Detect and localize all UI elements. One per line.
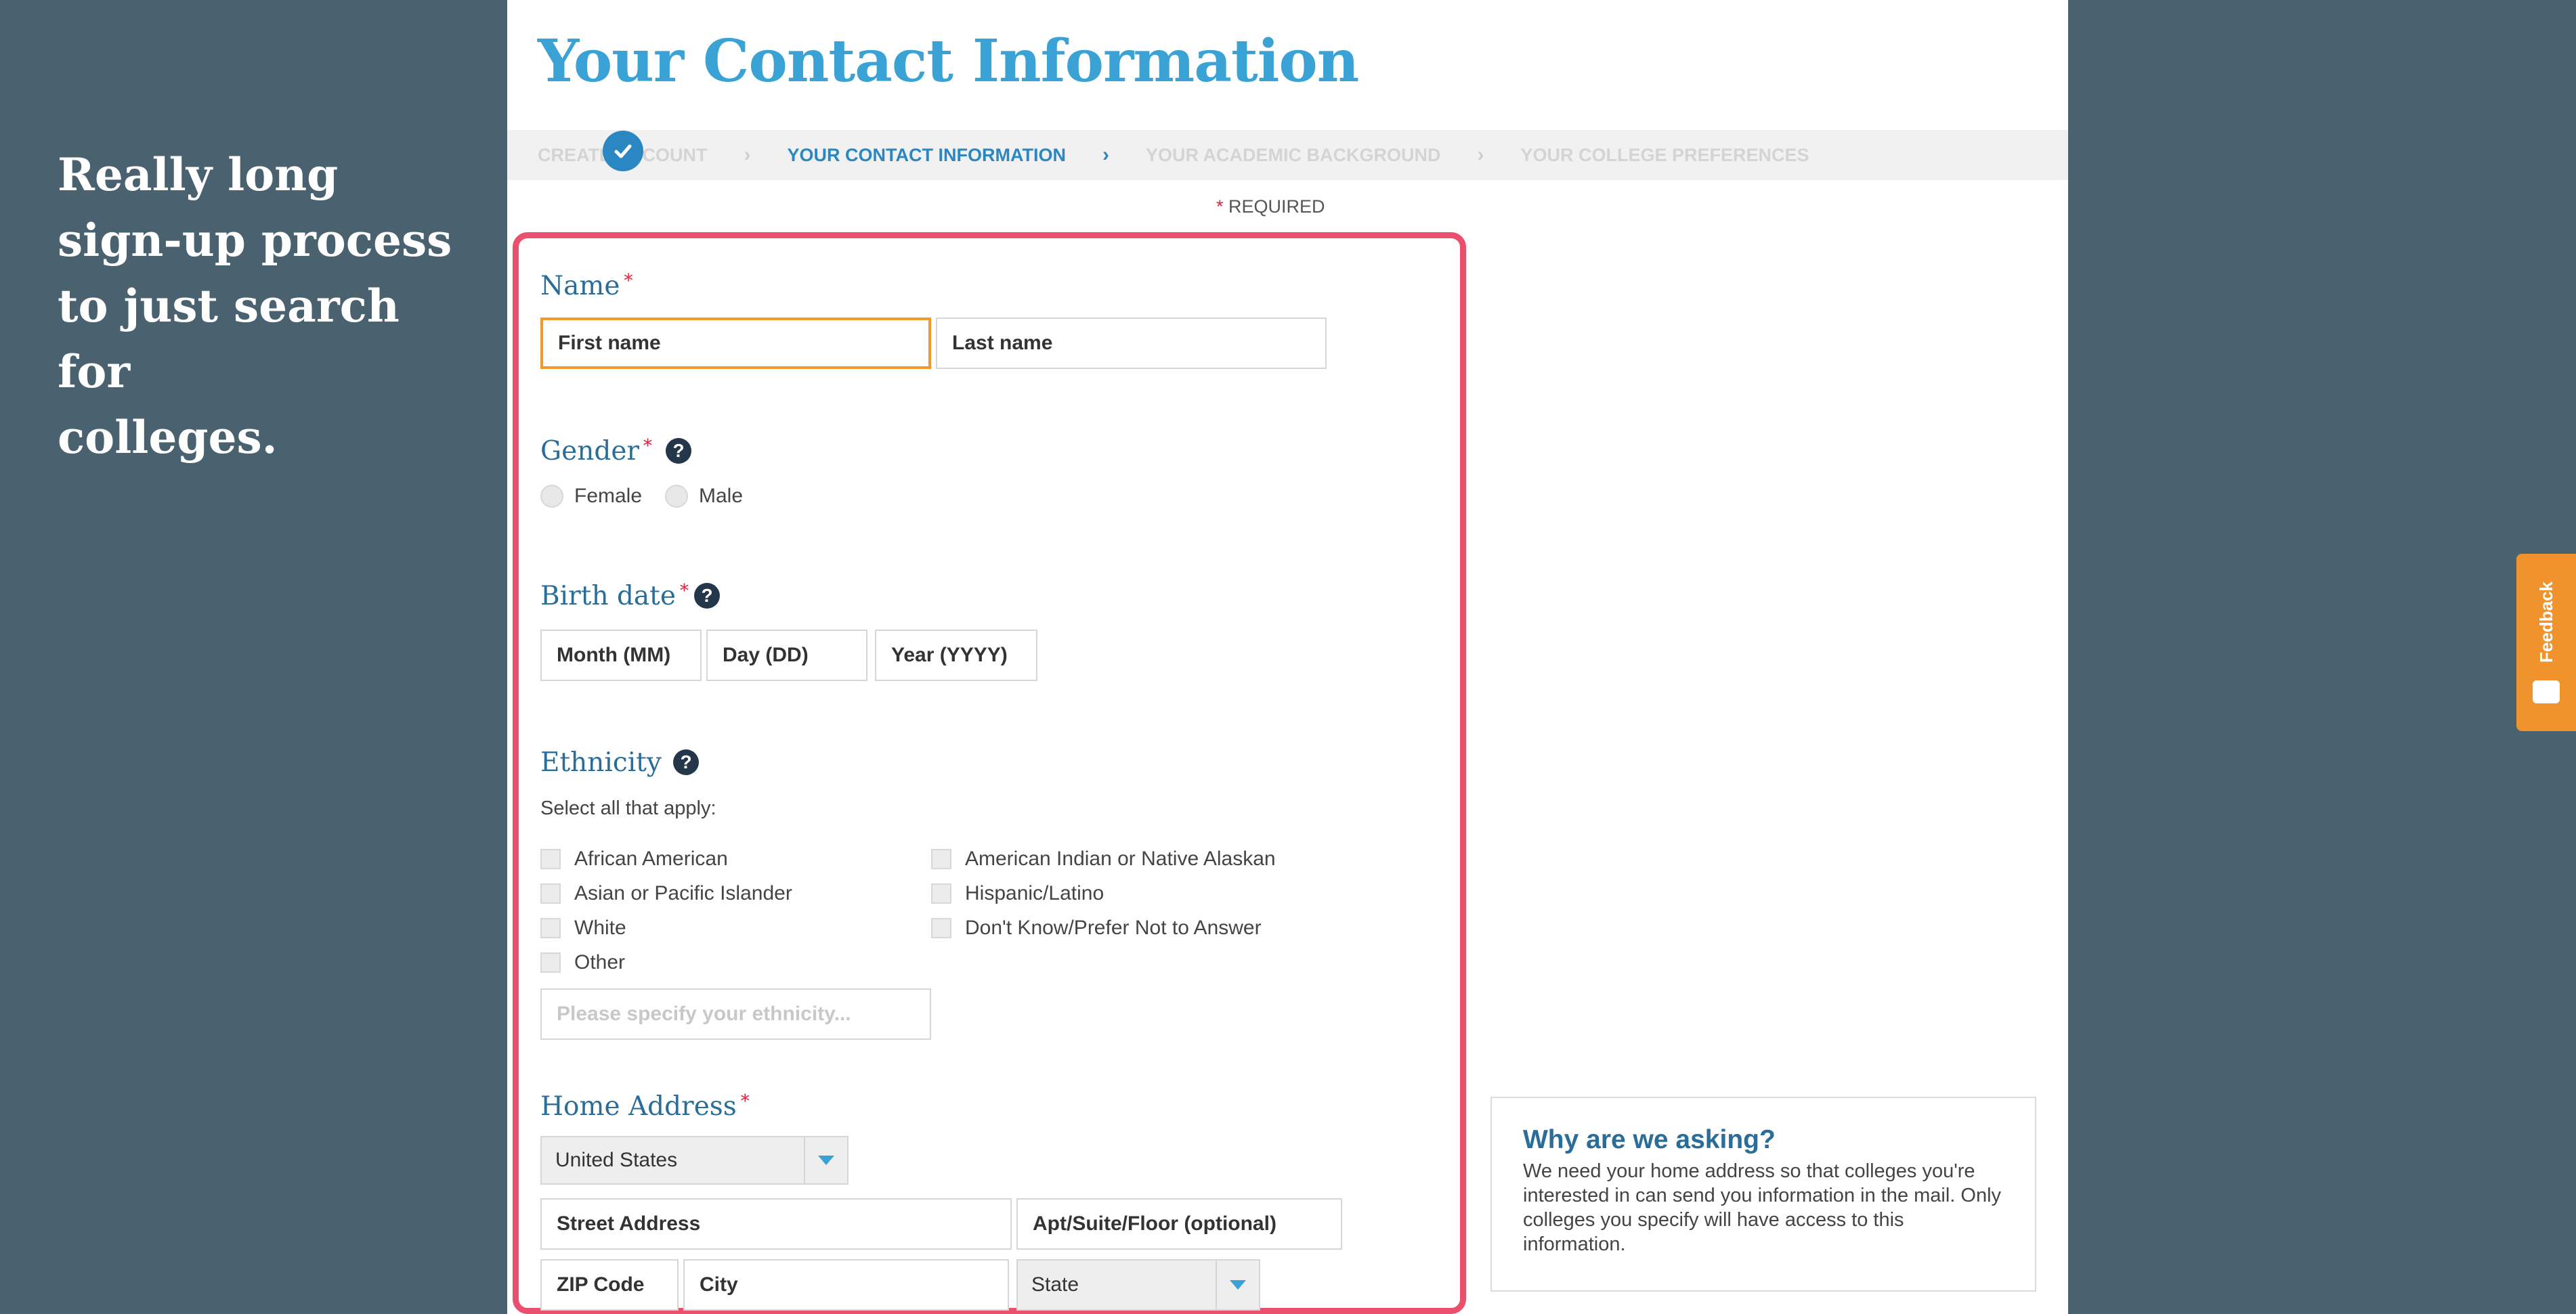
apt-suite-input[interactable]: Apt/Suite/Floor (optional) (1016, 1198, 1342, 1250)
required-star: * (679, 581, 689, 601)
checkmark-icon (603, 130, 643, 171)
help-icon[interactable]: ? (694, 583, 720, 609)
ethnicity-option-african-american[interactable]: African American (540, 848, 728, 871)
birth-day-input[interactable]: Day (DD) (706, 630, 867, 681)
checkbox[interactable] (931, 883, 951, 904)
checkbox[interactable] (540, 849, 561, 869)
chevron-right-icon: › (1102, 144, 1109, 166)
first-name-input[interactable]: First name (540, 317, 931, 369)
ethnicity-specify-input[interactable]: Please specify your ethnicity... (540, 988, 931, 1040)
required-star: * (1216, 196, 1224, 217)
gender-label: Gender * (540, 436, 653, 466)
checkbox[interactable] (540, 883, 561, 904)
annotation-text: Really long sign-up process to just sear… (58, 142, 477, 470)
ethnicity-label: Ethnicity (540, 747, 662, 778)
feedback-icon (2533, 680, 2560, 703)
checkbox[interactable] (931, 849, 951, 869)
feedback-tab[interactable]: Feedback (2516, 554, 2576, 731)
name-label: Name * (540, 271, 633, 301)
home-address-label: Home Address * (540, 1091, 750, 1122)
ethnicity-option-prefer-not-to-answer[interactable]: Don't Know/Prefer Not to Answer (931, 917, 1262, 940)
annotation-line: to just search for (58, 280, 400, 398)
checkbox[interactable] (931, 918, 951, 938)
country-select[interactable]: United States (540, 1136, 849, 1185)
signup-page: Your Contact Information Create Account … (507, 0, 2068, 1314)
step-college-preferences[interactable]: Your College Preferences (1520, 145, 1809, 166)
required-star: * (624, 271, 633, 291)
dropdown-arrow-icon (1216, 1261, 1259, 1309)
annotation-line: sign-up process (58, 214, 452, 267)
ethnicity-option-white[interactable]: White (540, 917, 626, 940)
ethnicity-option-other[interactable]: Other (540, 951, 625, 974)
required-note: * REQUIRED (1216, 196, 1325, 217)
birth-month-input[interactable]: Month (MM) (540, 630, 702, 681)
ethnicity-option-hispanic-latino[interactable]: Hispanic/Latino (931, 882, 1104, 905)
feedback-label: Feedback (2535, 582, 2556, 663)
why-are-we-asking-box: Why are we asking? We need your home add… (1490, 1097, 2036, 1292)
zip-code-input[interactable]: ZIP Code (540, 1259, 679, 1311)
ethnicity-option-asian-pacific-islander[interactable]: Asian or Pacific Islander (540, 882, 792, 905)
step-academic-background[interactable]: Your Academic Background (1146, 145, 1441, 166)
why-body: We need your home address so that colleg… (1523, 1160, 2002, 1255)
ethnicity-helper-text: Select all that apply: (540, 797, 716, 819)
step-create-account[interactable]: Create Account (538, 130, 708, 171)
checkbox[interactable] (540, 918, 561, 938)
why-title: Why are we asking? (1523, 1125, 1776, 1154)
gender-option-female[interactable]: Female (540, 485, 642, 508)
birth-date-label: Birth date * (540, 581, 689, 611)
page-title: Your Contact Information (538, 27, 1359, 95)
chevron-right-icon: › (744, 144, 751, 166)
ethnicity-option-american-indian[interactable]: American Indian or Native Alaskan (931, 848, 1276, 871)
progress-steps: Create Account › Your Contact Informatio… (507, 130, 2068, 180)
street-address-input[interactable]: Street Address (540, 1198, 1012, 1250)
birth-year-input[interactable]: Year (YYYY) (875, 630, 1037, 681)
step-contact-information[interactable]: Your Contact Information (788, 145, 1066, 166)
required-star: * (643, 436, 653, 456)
annotation-line: colleges. (58, 411, 278, 464)
dropdown-arrow-icon (804, 1137, 847, 1183)
state-select[interactable]: State (1016, 1259, 1260, 1311)
gender-option-male[interactable]: Male (665, 485, 743, 508)
radio-button[interactable] (665, 485, 688, 508)
required-star: * (740, 1091, 750, 1112)
radio-button[interactable] (540, 485, 563, 508)
annotation-line: Really long (58, 148, 339, 201)
city-input[interactable]: City (683, 1259, 1009, 1311)
help-icon[interactable]: ? (666, 438, 691, 464)
help-icon[interactable]: ? (673, 749, 699, 775)
checkbox[interactable] (540, 952, 561, 973)
chevron-right-icon: › (1477, 144, 1484, 166)
last-name-input[interactable]: Last name (936, 317, 1327, 369)
